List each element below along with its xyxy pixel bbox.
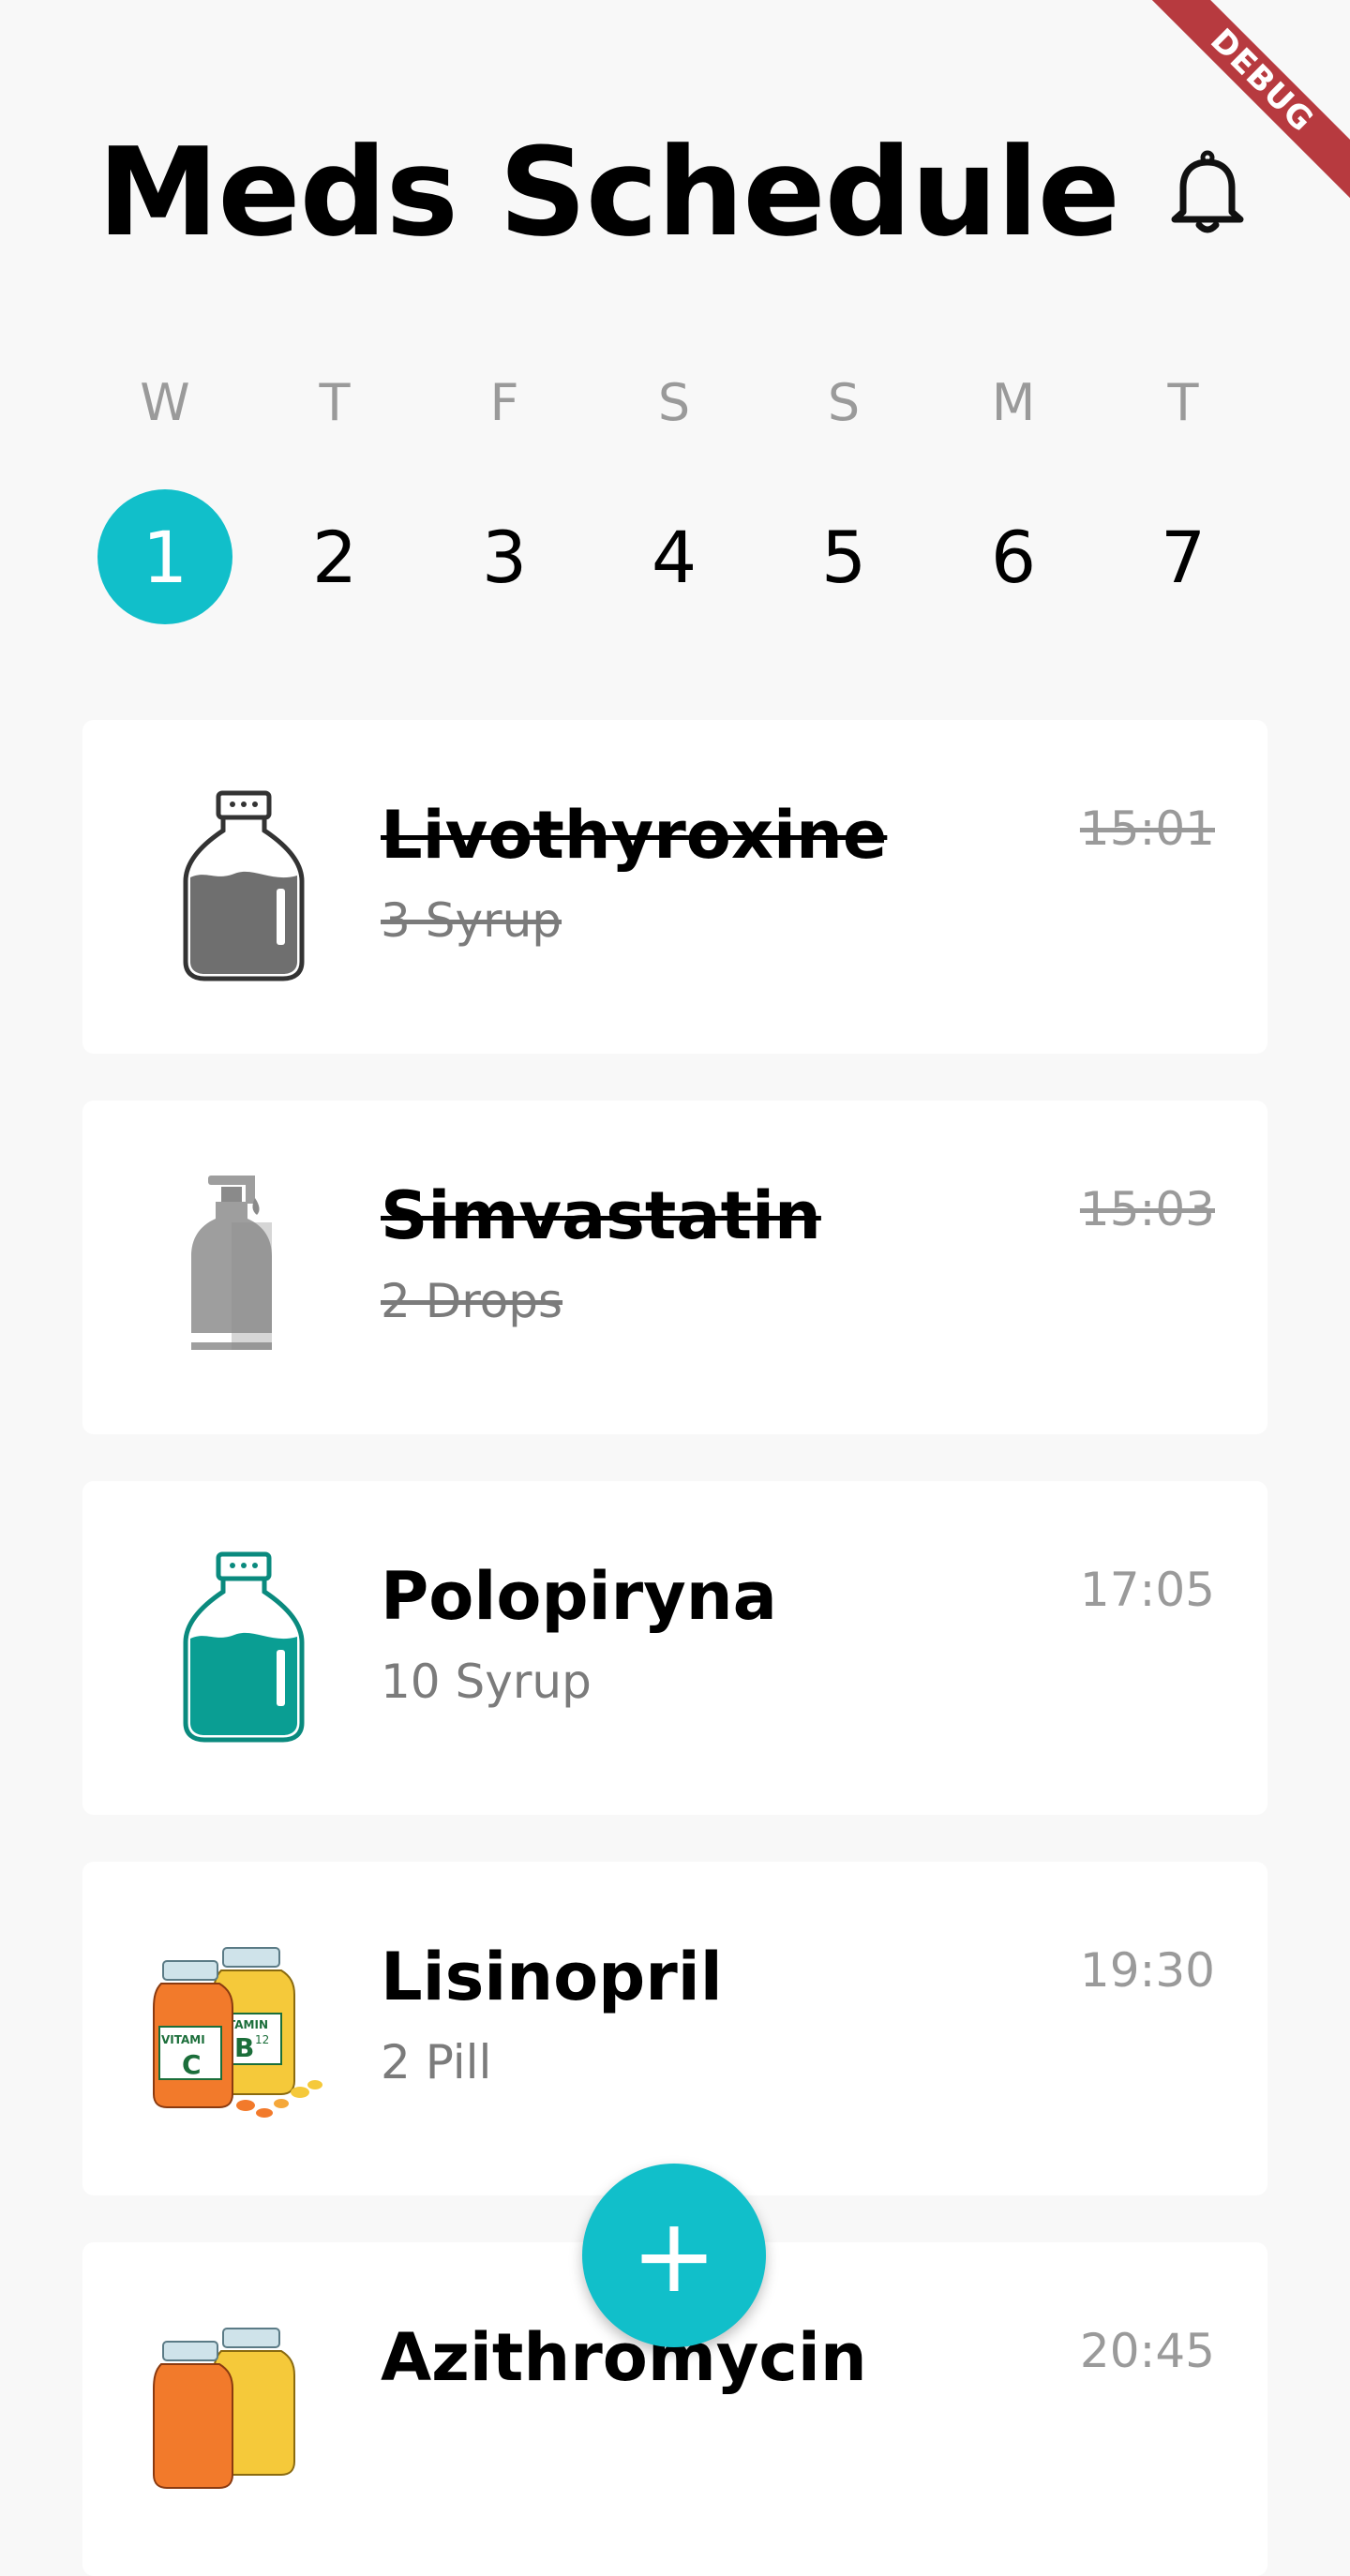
day-number-selected[interactable]: 1	[98, 489, 232, 624]
svg-text:B: B	[234, 2032, 254, 2063]
vitamin-pills-icon	[141, 2308, 328, 2514]
day-monday[interactable]: M 6	[946, 366, 1081, 624]
svg-text:TAMIN: TAMIN	[228, 2018, 268, 2031]
page-title: Meds Schedule	[98, 121, 1120, 263]
day-tuesday[interactable]: T 7	[1116, 366, 1251, 624]
day-number[interactable]: 6	[946, 489, 1081, 624]
medication-card[interactable]: Simvastatin 2 Drops 15:03	[82, 1101, 1268, 1434]
day-letter: F	[489, 373, 519, 432]
bell-icon[interactable]	[1167, 150, 1248, 234]
medication-card[interactable]: Livothyroxine 3 Syrup 15:01	[82, 720, 1268, 1054]
syrup-bottle-icon	[141, 786, 328, 992]
day-number[interactable]: 2	[267, 489, 402, 624]
medication-time: 17:05	[1079, 1563, 1215, 1617]
medication-card[interactable]: TAMIN B 12 VITAMI C Lisinopril 2 Pill 19…	[82, 1862, 1268, 2195]
plus-icon: +	[630, 2195, 718, 2315]
day-sunday[interactable]: S 5	[776, 366, 911, 624]
day-friday[interactable]: F 3	[437, 366, 572, 624]
day-letter: T	[319, 373, 351, 432]
day-number[interactable]: 5	[776, 489, 911, 624]
dropper-bottle-icon	[141, 1166, 328, 1372]
medication-dose: 2 Pill	[381, 2035, 492, 2089]
day-letter: S	[827, 373, 861, 432]
day-number[interactable]: 7	[1116, 489, 1251, 624]
medication-time: 19:30	[1079, 1943, 1215, 1998]
medication-name: Polopiryna	[381, 1558, 777, 1635]
day-letter: M	[991, 373, 1036, 432]
svg-text:12: 12	[255, 2033, 269, 2046]
medication-time: 15:03	[1079, 1182, 1215, 1236]
syrup-bottle-icon	[141, 1547, 328, 1753]
day-wednesday[interactable]: W 1	[98, 366, 232, 624]
svg-text:C: C	[182, 2049, 202, 2080]
day-saturday[interactable]: S 4	[607, 366, 742, 624]
vitamin-pills-icon: TAMIN B 12 VITAMI C	[141, 1927, 328, 2134]
medication-name: Lisinopril	[381, 1939, 723, 2015]
svg-text:VITAMI: VITAMI	[161, 2033, 205, 2046]
medication-dose: 2 Drops	[381, 1274, 563, 1328]
day-letter: S	[657, 373, 691, 432]
add-medication-button[interactable]: +	[582, 2164, 766, 2347]
day-letter: W	[140, 373, 190, 432]
medication-dose: 3 Syrup	[381, 893, 562, 948]
medication-name: Livothyroxine	[381, 797, 888, 874]
medication-time: 20:45	[1079, 2324, 1215, 2378]
day-number[interactable]: 4	[607, 489, 742, 624]
medication-card[interactable]: Polopiryna 10 Syrup 17:05	[82, 1481, 1268, 1815]
medication-name: Simvastatin	[381, 1177, 821, 1254]
day-number[interactable]: 3	[437, 489, 572, 624]
day-letter: T	[1167, 373, 1199, 432]
medication-dose: 10 Syrup	[381, 1655, 592, 1709]
medication-time: 15:01	[1079, 801, 1215, 856]
day-thursday[interactable]: T 2	[267, 366, 402, 624]
